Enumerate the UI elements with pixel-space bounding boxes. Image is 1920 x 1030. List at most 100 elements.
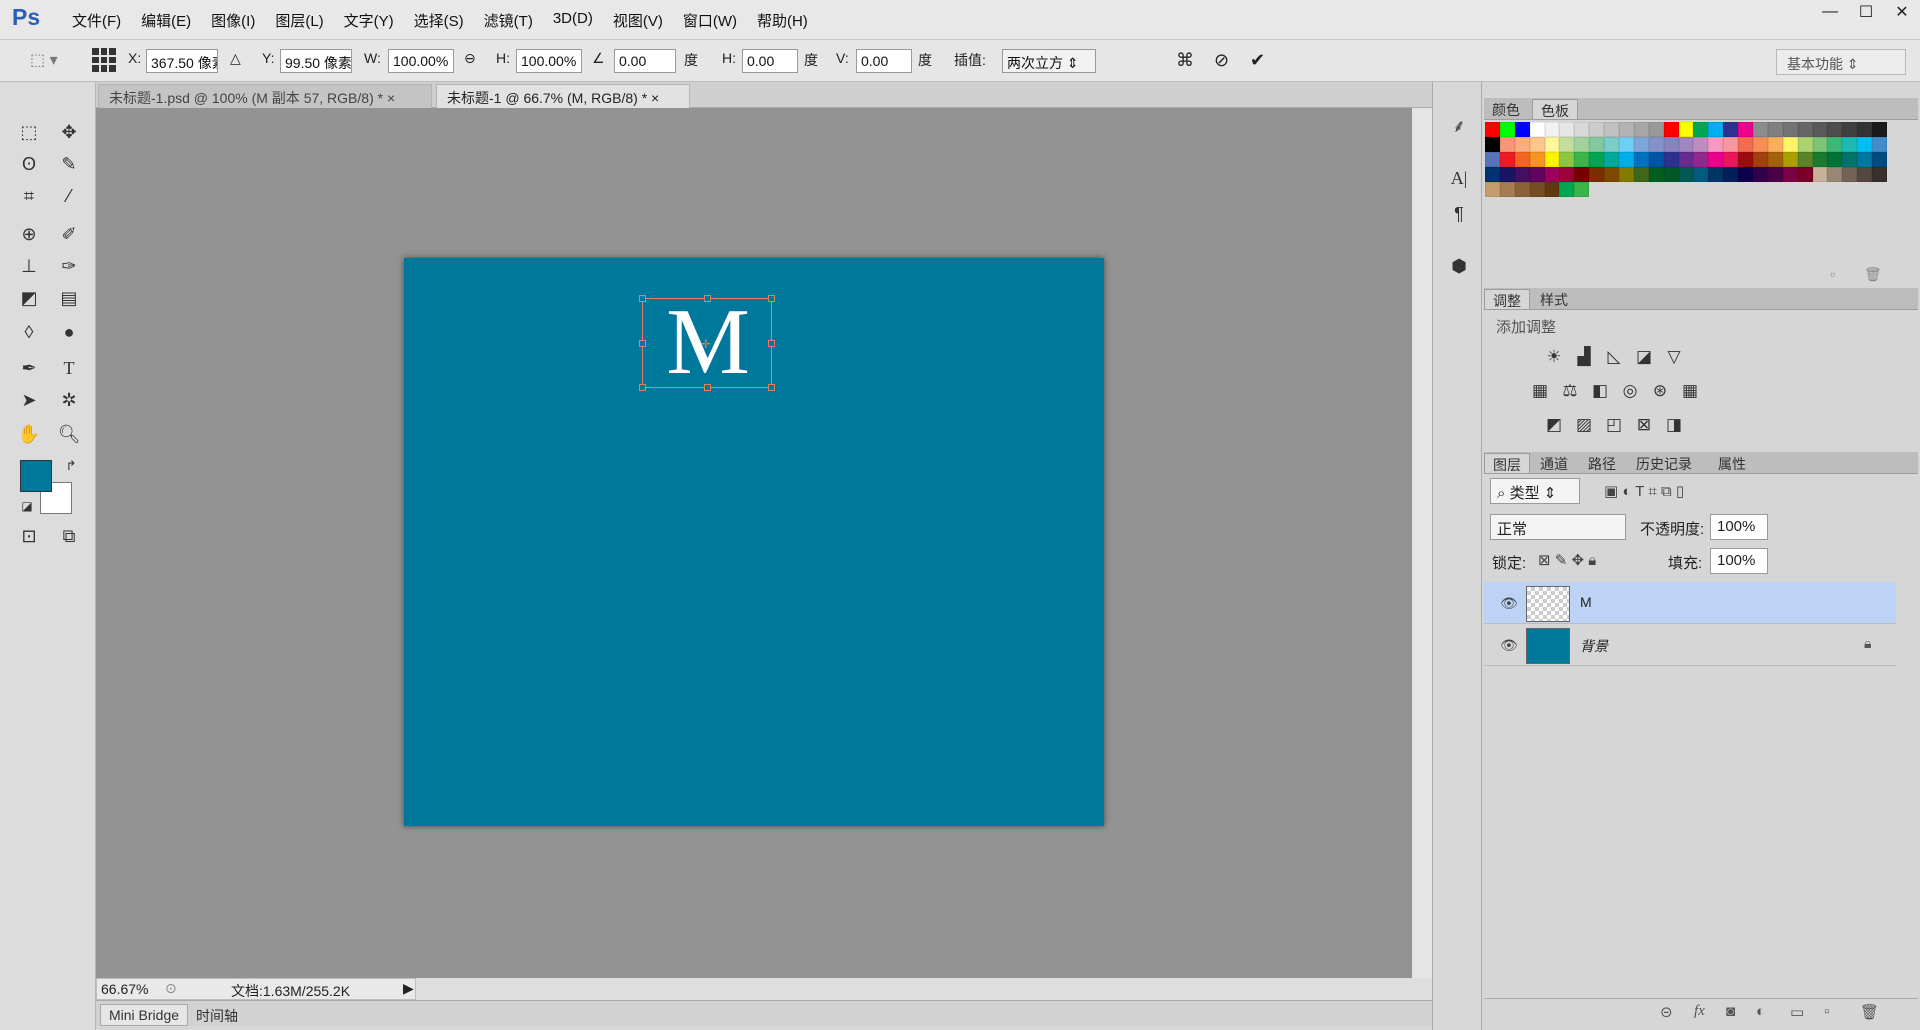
skew-h-field[interactable]: 0.00: [742, 49, 798, 73]
tab-mini-bridge[interactable]: Mini Bridge: [100, 1004, 189, 1026]
type-tool-icon[interactable]: T: [54, 354, 84, 382]
swatch[interactable]: [1648, 152, 1664, 167]
swatch[interactable]: [1619, 137, 1634, 152]
swatch[interactable]: [1648, 167, 1664, 182]
blend-mode-select[interactable]: 正常: [1490, 514, 1626, 540]
menu-image[interactable]: 图像(I): [201, 10, 265, 31]
swatch[interactable]: [1738, 152, 1754, 167]
swatch[interactable]: [1574, 182, 1590, 197]
swatch[interactable]: [1633, 122, 1649, 137]
swatch[interactable]: [1499, 167, 1515, 182]
tab-document-1[interactable]: 未标题-1.psd @ 100% (M 副本 57, RGB/8) * ×: [98, 84, 432, 108]
swatch[interactable]: [1812, 167, 1828, 182]
eyedropper-icon[interactable]: ⁄: [54, 182, 84, 210]
blur-icon[interactable]: ◊: [14, 318, 44, 346]
tab-channels[interactable]: 通道: [1532, 453, 1576, 473]
curves-icon[interactable]: ◺: [1602, 346, 1626, 368]
swatch[interactable]: [1708, 122, 1724, 137]
swatch[interactable]: [1812, 122, 1828, 137]
marquee-icon[interactable]: ⬚: [14, 118, 44, 146]
swatch[interactable]: [1663, 137, 1679, 152]
swatch[interactable]: [1514, 122, 1530, 137]
swatch[interactable]: [1485, 167, 1500, 182]
add-mask-icon[interactable]: ◙: [1726, 1003, 1735, 1020]
delta-icon[interactable]: △: [230, 50, 241, 67]
minimize-button[interactable]: —: [1812, 0, 1848, 24]
swatch[interactable]: [1648, 122, 1664, 137]
photo-filter-icon[interactable]: ◎: [1618, 380, 1642, 402]
tab-properties[interactable]: 属性: [1710, 453, 1754, 473]
swatch[interactable]: [1529, 182, 1545, 197]
swatch[interactable]: [1767, 122, 1783, 137]
swatch[interactable]: [1723, 137, 1739, 152]
brush-preset-icon[interactable]: ⸙: [1444, 112, 1474, 140]
menu-edit[interactable]: 编辑(E): [131, 10, 201, 31]
paragraph-panel-icon[interactable]: ¶: [1444, 200, 1474, 228]
gradient-icon[interactable]: ▤: [54, 284, 84, 312]
warp-icon[interactable]: ⌘: [1176, 50, 1194, 71]
swatch[interactable]: [1633, 152, 1649, 167]
foreground-color-swatch[interactable]: [20, 460, 52, 492]
new-swatch-icon[interactable]: ▫: [1830, 266, 1835, 282]
close-icon[interactable]: ×: [387, 90, 395, 106]
swatch[interactable]: [1499, 182, 1515, 197]
swatch[interactable]: [1514, 152, 1530, 167]
opacity-field[interactable]: 100%: [1710, 514, 1768, 540]
layer-filter-icons[interactable]: ▣ ◐ T ⌗ ⧉ ▯: [1604, 482, 1684, 500]
swatch[interactable]: [1708, 137, 1724, 152]
swatch[interactable]: [1499, 152, 1515, 167]
swatch[interactable]: [1738, 137, 1754, 152]
swatch[interactable]: [1663, 167, 1679, 182]
swatch[interactable]: [1872, 137, 1888, 152]
stamp-icon[interactable]: ⊥: [14, 252, 44, 280]
posterize-icon[interactable]: ▨: [1572, 414, 1596, 436]
swatch[interactable]: [1767, 167, 1783, 182]
swatch[interactable]: [1544, 182, 1560, 197]
swatch[interactable]: [1678, 167, 1694, 182]
swatch[interactable]: [1604, 167, 1620, 182]
commit-transform-icon[interactable]: ✔: [1250, 50, 1265, 71]
y-field[interactable]: 99.50 像素: [280, 49, 352, 73]
swatch[interactable]: [1485, 137, 1500, 152]
swatch[interactable]: [1574, 152, 1590, 167]
workspace-select[interactable]: 基本功能 ⇕: [1776, 49, 1906, 75]
swatch[interactable]: [1529, 152, 1545, 167]
tab-swatches[interactable]: 色板: [1532, 99, 1578, 119]
history-brush-icon[interactable]: ✑: [54, 252, 84, 280]
swatch[interactable]: [1797, 152, 1813, 167]
swatch[interactable]: [1544, 137, 1560, 152]
close-icon[interactable]: ×: [651, 90, 659, 106]
layer-row-background[interactable]: 👁︎ 背景 🔒︎: [1484, 624, 1896, 666]
transform-center-icon[interactable]: ✛: [701, 337, 711, 351]
swatch[interactable]: [1559, 167, 1575, 182]
document-canvas[interactable]: M ✛: [404, 258, 1104, 826]
swatch[interactable]: [1604, 122, 1620, 137]
swatch[interactable]: [1529, 167, 1545, 182]
tab-history[interactable]: 历史记录: [1628, 453, 1700, 473]
layer-name[interactable]: M: [1580, 594, 1592, 610]
swatch[interactable]: [1753, 137, 1768, 152]
swatch[interactable]: [1574, 167, 1590, 182]
quick-select-icon[interactable]: ✎: [54, 150, 84, 178]
menu-type[interactable]: 文字(Y): [334, 10, 404, 31]
tab-document-2[interactable]: 未标题-1 @ 66.7% (M, RGB/8) * ×: [436, 84, 690, 108]
menu-window[interactable]: 窗口(W): [673, 10, 747, 31]
menu-3d[interactable]: 3D(D): [543, 10, 603, 31]
swatch[interactable]: [1812, 137, 1828, 152]
gradient-map-icon[interactable]: ⊠: [1632, 414, 1656, 436]
swatch[interactable]: [1559, 122, 1575, 137]
swatch[interactable]: [1797, 122, 1813, 137]
character-panel-icon[interactable]: A|: [1444, 164, 1474, 192]
fx-icon[interactable]: fx: [1694, 1003, 1705, 1020]
status-arrow-icon[interactable]: ▶: [403, 980, 414, 997]
swatch[interactable]: [1544, 152, 1560, 167]
tab-paths[interactable]: 路径: [1580, 453, 1624, 473]
swatch[interactable]: [1619, 122, 1634, 137]
delete-layer-icon[interactable]: 🗑︎: [1860, 1003, 1879, 1021]
swatch[interactable]: [1589, 137, 1605, 152]
threshold-icon[interactable]: ◰: [1602, 414, 1626, 436]
color-lookup-icon[interactable]: ▦: [1678, 380, 1702, 402]
swatch[interactable]: [1767, 137, 1783, 152]
swatch[interactable]: [1782, 167, 1798, 182]
swatch[interactable]: [1753, 152, 1768, 167]
